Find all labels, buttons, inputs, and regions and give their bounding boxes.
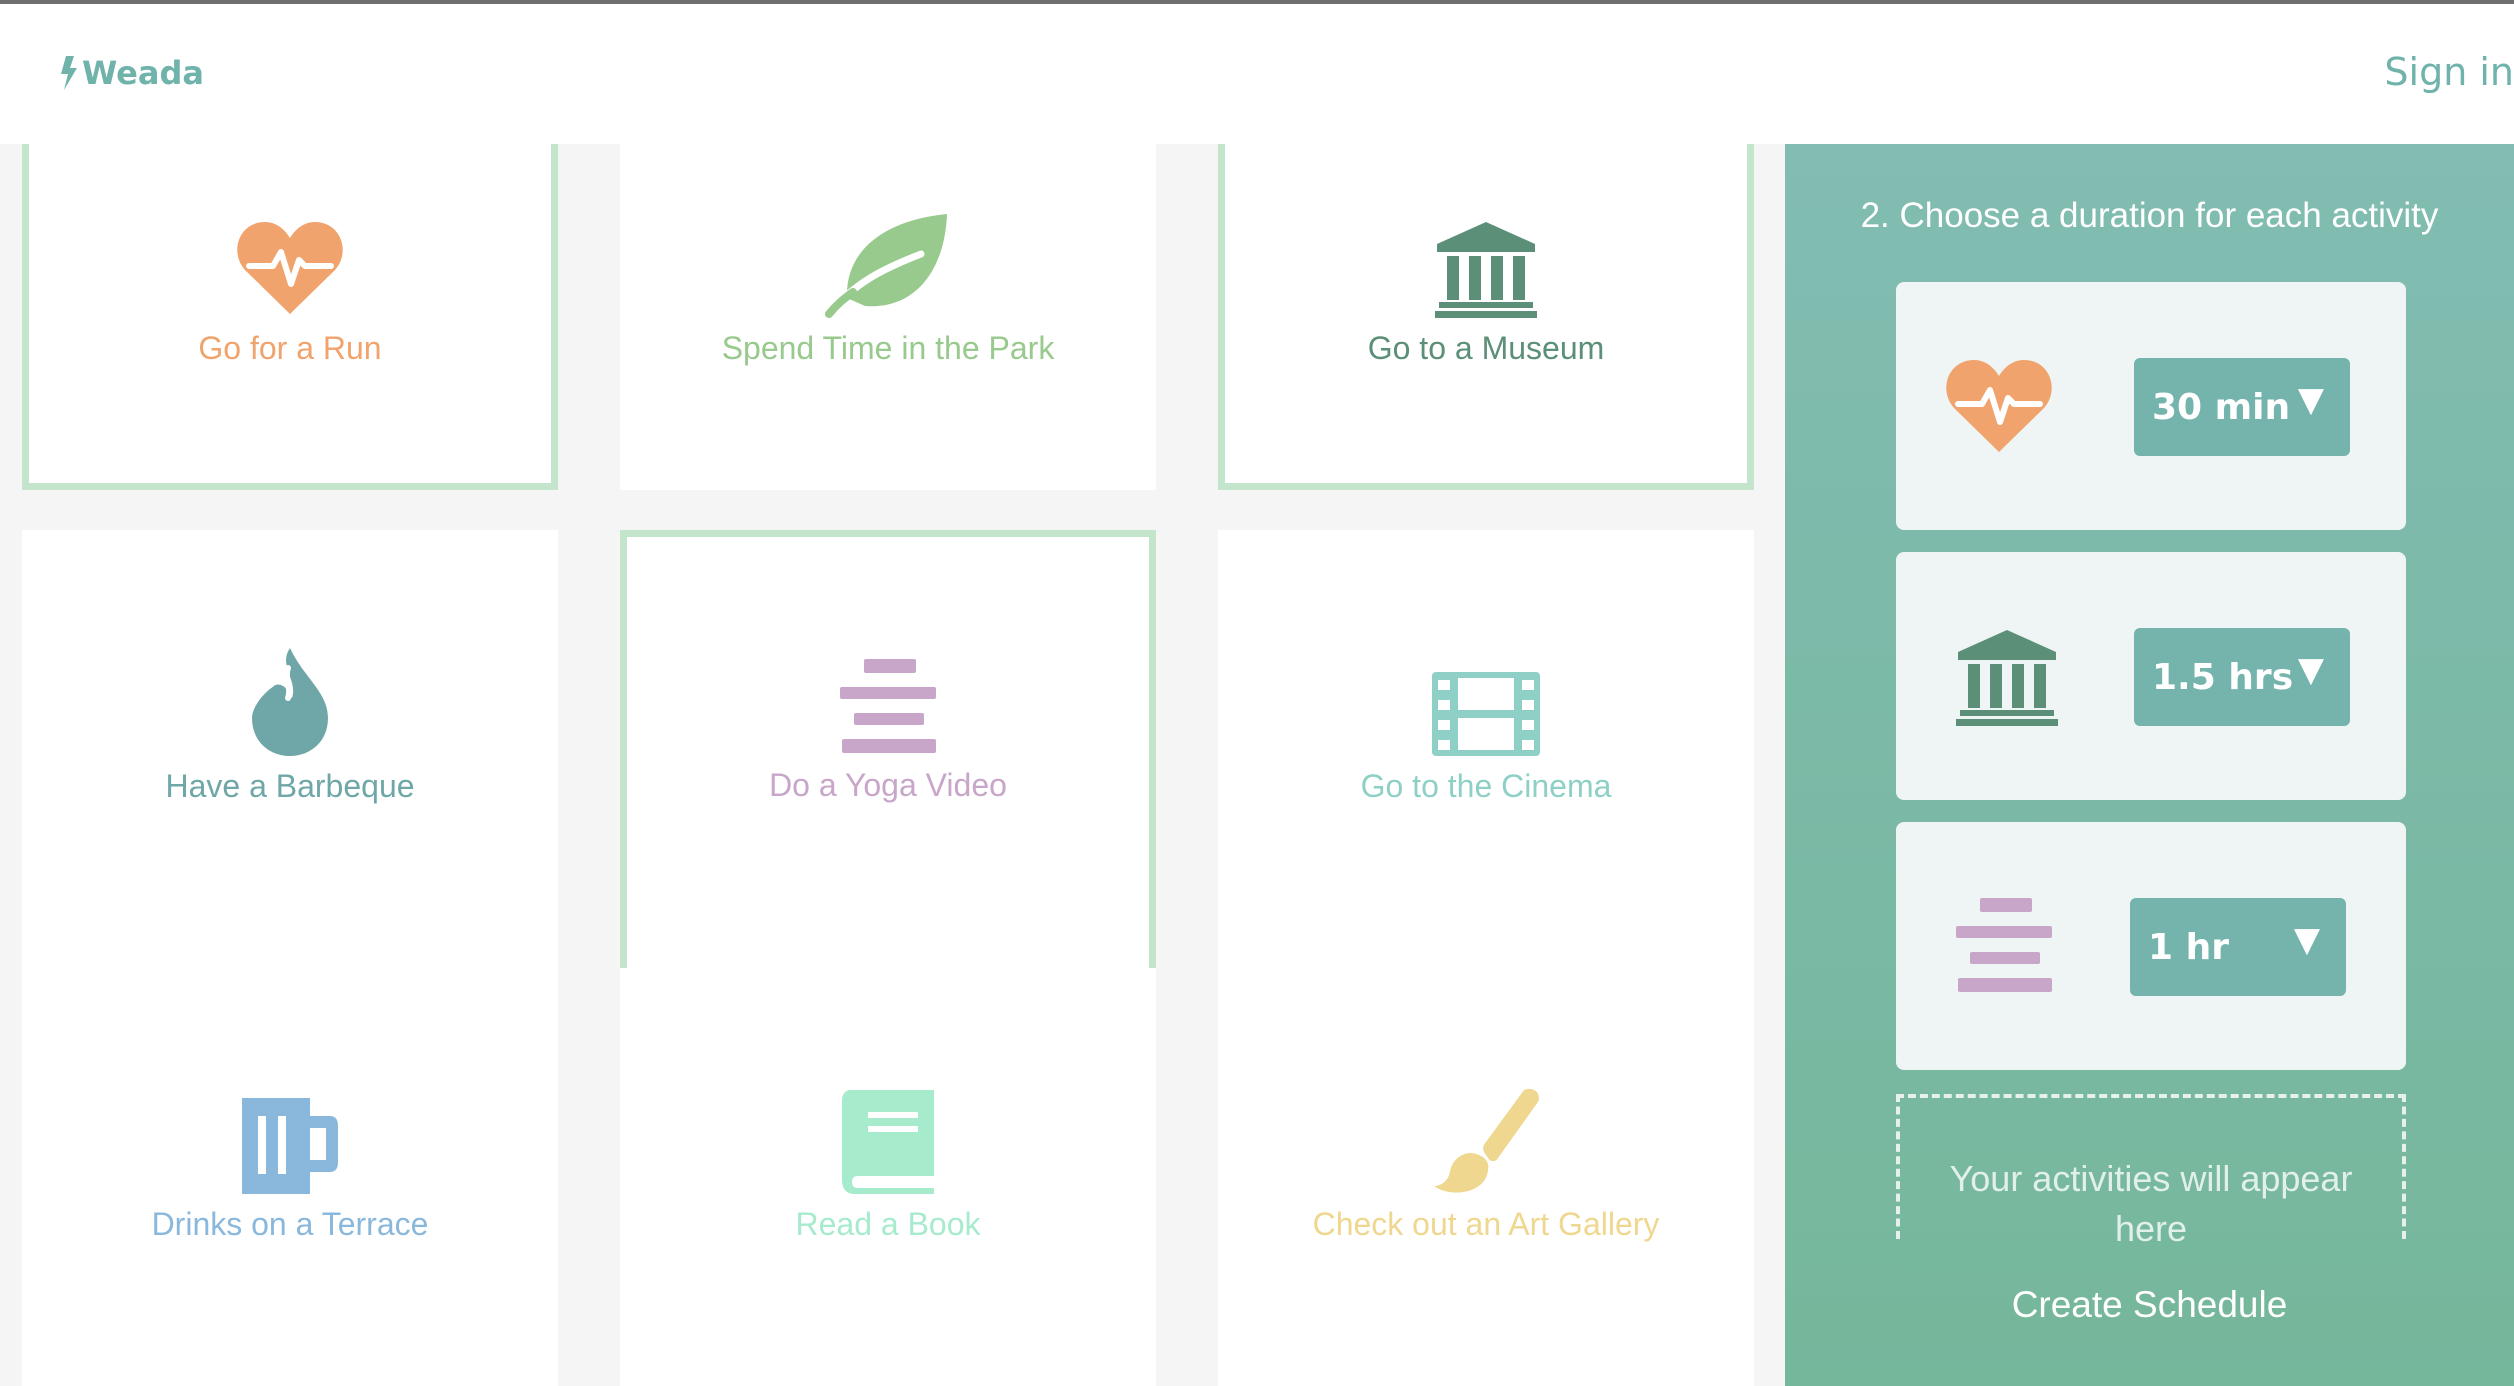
navbar: Weada Sign in bbox=[0, 4, 2514, 144]
activity-card-book[interactable]: Read a Book bbox=[620, 968, 1156, 1386]
film-icon bbox=[1432, 658, 1540, 756]
panel-title: 2. Choose a duration for each activity bbox=[1860, 196, 2439, 235]
dropdown-arrow-icon: ▼ bbox=[2297, 380, 2324, 420]
duration-card-museum: 1.5 hrs ▼ bbox=[1896, 552, 2406, 800]
logo-text: Weada bbox=[82, 54, 204, 92]
logo[interactable]: Weada bbox=[58, 54, 204, 92]
paintbrush-icon bbox=[1430, 1088, 1542, 1194]
mug-icon bbox=[242, 1094, 338, 1194]
activity-card-art-gallery[interactable]: Check out an Art Gallery bbox=[1218, 968, 1754, 1386]
activity-card-run[interactable]: Go for a Run bbox=[22, 144, 558, 490]
activity-label: Check out an Art Gallery bbox=[1312, 1206, 1660, 1242]
dropdown-arrow-icon: ▼ bbox=[2297, 650, 2324, 690]
activity-label: Spend Time in the Park bbox=[721, 330, 1055, 366]
activity-grid: Go for a Run Spend Time in the Park Go t bbox=[0, 144, 1785, 1386]
duration-card-run: 30 min ▼ bbox=[1896, 282, 2406, 530]
duration-select[interactable]: 1.5 hrs ▼ bbox=[2134, 628, 2350, 726]
duration-value: 1.5 hrs bbox=[2152, 656, 2294, 698]
leaf-icon bbox=[825, 210, 951, 318]
activity-label: Do a Yoga Video bbox=[769, 767, 1007, 803]
book-icon bbox=[840, 1090, 936, 1194]
activity-card-park[interactable]: Spend Time in the Park bbox=[620, 144, 1156, 490]
activity-card-museum[interactable]: Go to a Museum bbox=[1218, 144, 1754, 490]
duration-panel: 2. Choose a duration for each activity 3… bbox=[1785, 144, 2514, 1386]
museum-icon bbox=[1956, 630, 2058, 730]
activity-label: Read a Book bbox=[795, 1206, 981, 1242]
bolt-icon bbox=[61, 56, 77, 90]
activity-label: Go to a Museum bbox=[1367, 330, 1605, 366]
duration-value: 30 min bbox=[2152, 386, 2291, 428]
activity-label: Have a Barbeque bbox=[165, 768, 415, 804]
heartbeat-icon bbox=[1944, 356, 2054, 460]
duration-select[interactable]: 30 min ▼ bbox=[2134, 358, 2350, 456]
activity-label: Go to the Cinema bbox=[1360, 768, 1612, 804]
activities-placeholder: Your activities will appear here bbox=[1896, 1094, 2406, 1249]
dropdown-arrow-icon: ▼ bbox=[2293, 920, 2320, 960]
activity-label: Drinks on a Terrace bbox=[151, 1206, 429, 1242]
museum-icon bbox=[1435, 216, 1537, 318]
activity-card-terrace[interactable]: Drinks on a Terrace bbox=[22, 968, 558, 1386]
placeholder-text-line2: here bbox=[2114, 1208, 2188, 1249]
bars-icon bbox=[1956, 898, 2052, 998]
duration-value: 1 hr bbox=[2148, 926, 2229, 968]
bars-icon bbox=[840, 651, 936, 755]
duration-card-yoga: 1 hr ▼ bbox=[1896, 822, 2406, 1070]
create-schedule-button[interactable]: Create Schedule bbox=[1785, 1284, 2514, 1326]
activity-label: Go for a Run bbox=[198, 330, 382, 366]
flame-icon bbox=[248, 648, 332, 756]
placeholder-text-line1: Your activities will appear bbox=[1949, 1158, 2353, 1199]
sign-in-link[interactable]: Sign in bbox=[2384, 50, 2514, 94]
heartbeat-icon bbox=[235, 214, 345, 318]
duration-select[interactable]: 1 hr ▼ bbox=[2130, 898, 2346, 996]
